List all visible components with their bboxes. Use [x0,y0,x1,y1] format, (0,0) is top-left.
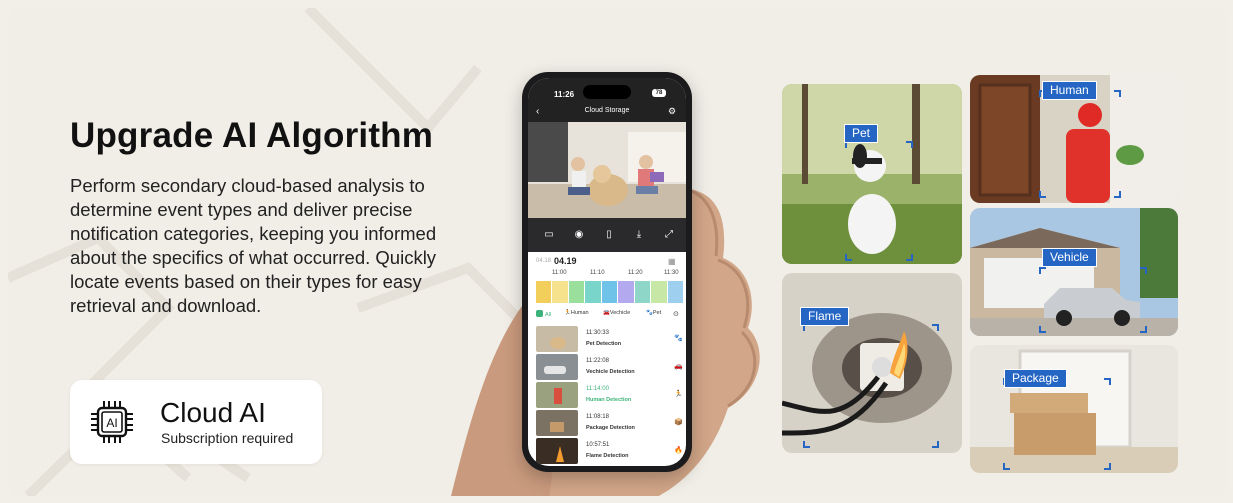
timeline-tick: 11:30 [664,270,679,276]
tag-vehicle: Vehicle [1042,248,1097,267]
event-list: 11:30:33 Pet Detection 🐾 11:22:08 Vechic… [528,326,686,466]
status-time: 11:26 [554,90,575,99]
current-date[interactable]: 04.19 [554,256,577,266]
event-time: 11:14:00 [586,386,609,392]
badge-title: Cloud AI [160,397,266,428]
timeline-segment[interactable] [536,281,552,303]
event-label: Pet Detection [586,341,622,347]
timeline-segment[interactable] [651,281,667,303]
record-icon[interactable]: ▭ [542,228,556,242]
event-time: 11:30:33 [586,330,609,336]
vehicle-icon: 🚗 [674,363,683,370]
event-thumbnail [536,326,578,352]
package-icon: 📦 [674,419,683,426]
human-detection-photo: Human [970,75,1178,203]
promo-banner: Upgrade AI Algorithm Perform secondary c… [8,8,1226,496]
svg-text:AI: AI [106,416,117,430]
app-nav-bar: ‹ Cloud Storage ⚙ [528,102,686,122]
tag-flame: Flame [800,307,850,326]
human-icon: 🏃 [674,391,683,398]
cloud-ai-badge: AI Cloud AI Subscription required [70,380,322,464]
download-icon[interactable]: ⤓ [632,228,646,242]
event-thumbnail [536,410,578,436]
event-time: 10:57:51 [586,442,610,448]
fullscreen-icon[interactable]: ⤢ [662,228,676,242]
smartphone: 11:26 78 ‹ Cloud Storage ⚙ ▭ ◉ ▯ ⤓ ⤢ 04.… [522,72,692,472]
badge-subtitle: Subscription required [161,430,294,446]
vehicle-detection-photo: Vehicle [970,208,1178,336]
timeline-tick: 11:20 [628,270,643,276]
event-label: Package Detection [586,425,635,431]
event-row[interactable]: 11:22:08 Vechicle Detection 🚗 [528,354,686,380]
package-detection-photo: Package [970,345,1178,473]
feature-description: Perform secondary cloud-based analysis t… [70,175,437,316]
tag-pet: Pet [844,124,879,143]
event-label: Human Detection [586,397,632,403]
event-thumbnail [536,354,578,380]
timeline-segment[interactable] [618,281,634,303]
event-row-selected[interactable]: 11:14:00 Human Detection 🏃 [528,382,686,408]
event-thumbnail [536,382,578,408]
event-label: Flame Detection [586,453,629,459]
delete-icon[interactable]: ▯ [602,228,616,242]
battery-icon: 78 [652,89,666,97]
tag-package: Package [1004,369,1067,388]
phone-screen: 11:26 78 ‹ Cloud Storage ⚙ ▭ ◉ ▯ ⤓ ⤢ 04.… [528,78,686,466]
calendar-icon[interactable]: ▦ [668,257,676,266]
pet-detection-photo: Pet [782,84,962,264]
event-row[interactable]: 10:57:51 Flame Detection 🔥 [528,438,686,464]
flame-detection-photo: Flame [782,273,962,453]
event-timeline[interactable] [536,281,684,303]
snapshot-icon[interactable]: ◉ [572,228,586,242]
timeline-tick: 11:10 [590,270,605,276]
video-toolbar: ▭ ◉ ▯ ⤓ ⤢ [528,218,686,252]
pet-icon: 🐾 [674,335,683,342]
event-time: 11:08:18 [586,414,609,420]
settings-icon[interactable]: ⚙ [668,106,676,117]
timeline-tick: 11:00 [552,270,567,276]
event-label: Vechicle Detection [586,369,635,375]
flame-icon: 🔥 [674,447,683,454]
previous-date[interactable]: 04.18 [536,258,551,264]
tag-human: Human [1042,81,1097,100]
nav-title: Cloud Storage [584,107,630,114]
ai-chip-icon: AI [91,401,133,443]
timeline-segment[interactable] [601,281,618,303]
timeline-segment[interactable] [552,281,568,303]
event-thumbnail [536,438,578,464]
timeline-segment[interactable] [568,281,585,303]
event-row[interactable]: 11:08:18 Package Detection 📦 [528,410,686,436]
event-row[interactable]: 11:30:33 Pet Detection 🐾 [528,326,686,352]
timeline-segment[interactable] [634,281,651,303]
filter-settings-icon[interactable]: ⊙ [673,310,679,318]
timeline-ticks: 11:00 11:10 11:20 11:30 [528,270,686,280]
live-video-feed[interactable] [528,122,686,218]
date-selector[interactable]: 04.18 04.19 ▦ [528,256,686,268]
event-time: 11:22:08 [586,358,609,364]
filter-pet[interactable]: 🐾Pet [646,310,661,316]
filter-vehicle[interactable]: 🚘Vechicle [603,310,630,316]
timeline-segment[interactable] [585,281,601,303]
filter-all[interactable]: All [536,310,551,318]
filter-human[interactable]: 🏃Human [564,310,589,316]
page-title: Upgrade AI Algorithm [70,116,434,155]
event-filter-bar: All 🏃Human 🚘Vechicle 🐾Pet ⊙ [528,306,686,324]
timeline-segment[interactable] [667,281,683,303]
